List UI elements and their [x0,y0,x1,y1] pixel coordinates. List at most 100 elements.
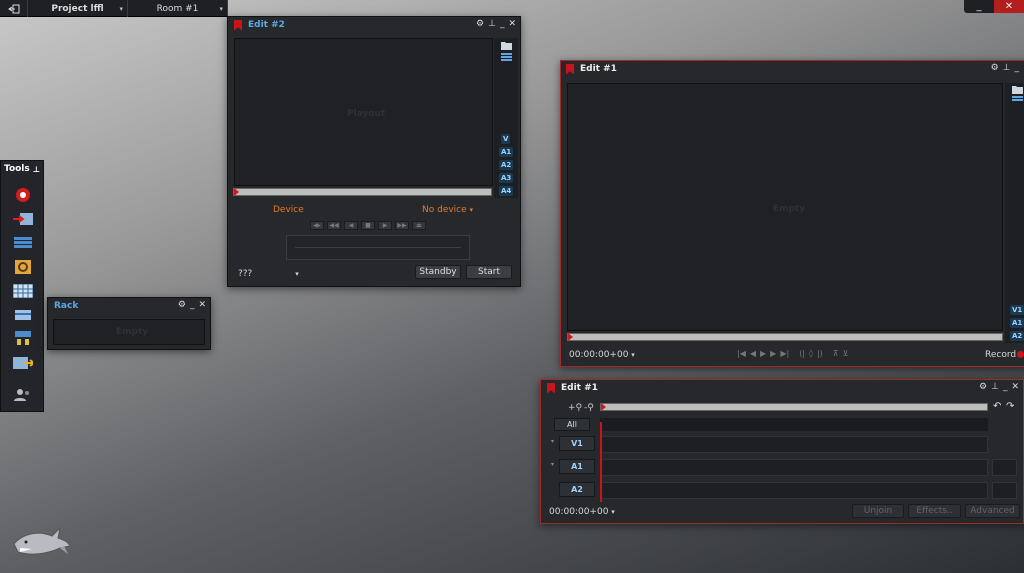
start-button[interactable]: Start [466,265,512,279]
pin-icon[interactable]: ⊥ [33,165,40,174]
effects-button[interactable]: Effects.. [908,504,961,518]
pin-icon[interactable]: ⊥ [1003,63,1011,73]
track-row-v1[interactable] [600,436,988,453]
track-row-a2[interactable] [600,482,988,499]
folder-icon[interactable] [501,41,512,50]
all-tracks-button[interactable]: All [554,418,590,431]
zoom-out-icon[interactable]: -⚲ [584,403,594,413]
folder-icon[interactable] [1012,85,1023,94]
undo-icon[interactable]: ↶ [993,401,1001,412]
track-tag-a1[interactable]: A1 [1010,318,1024,328]
source-select[interactable]: ??? ▾ [238,269,299,279]
project-selector[interactable]: Project lffl ▾ [28,0,128,17]
timeline-tool-icon[interactable] [13,235,33,251]
viewer-placeholder: Empty [773,204,806,214]
collapse-icon[interactable]: ▾ [551,438,554,445]
timecode-select[interactable]: 00:00:00+00 ▾ [569,350,635,360]
mark-in-icon[interactable]: (| [799,349,805,358]
mark-out-icon[interactable]: |) [817,349,823,358]
track-tag-a1[interactable]: A1 [499,147,514,157]
settings-icon[interactable]: ⚙ [476,19,484,29]
close-icon[interactable]: ✕ [508,19,516,29]
search-tool-icon[interactable] [13,259,33,275]
pin-icon[interactable]: ⊥ [991,382,999,392]
play-icon[interactable]: ▶ [378,221,392,230]
settings-icon[interactable]: ⚙ [991,63,999,73]
close-button[interactable]: ✕ [994,0,1024,13]
scrub-bar[interactable] [233,188,492,196]
track-tag-v1[interactable]: V1 [1010,305,1024,315]
chevron-down-icon: ▾ [631,351,635,359]
track-tag-v[interactable]: V [501,134,511,144]
advanced-button[interactable]: Advanced [965,504,1020,518]
export-tool-icon[interactable] [13,355,33,371]
eject-icon[interactable]: ⏏ [412,221,426,230]
zoom-in-icon[interactable]: +⚲ [568,403,582,413]
close-icon[interactable]: ✕ [1011,382,1019,392]
step-forward-icon[interactable]: ▶ [770,349,776,358]
mark-clip-icon[interactable]: ◊ [809,349,813,358]
close-icon[interactable]: ✕ [198,300,206,310]
capture-tool-icon[interactable] [13,211,33,227]
record-tool-icon[interactable] [13,187,33,203]
device-label: Device [273,205,304,215]
step-back-icon[interactable]: ◀ [344,221,358,230]
exit-icon[interactable] [0,0,28,17]
track-header-a1[interactable]: A1 [559,459,595,474]
unjoin-button[interactable]: Unjoin [852,504,904,518]
list-icon[interactable] [501,53,512,62]
minimize-icon[interactable]: _ [190,300,195,310]
rewind-icon[interactable]: ◀◀ [327,221,341,230]
minimize-icon[interactable]: _ [500,19,505,29]
storage-tool-icon[interactable] [13,307,33,323]
room-label: Room #1 [156,3,199,14]
standby-button[interactable]: Standby [415,265,461,279]
playhead-marker[interactable] [601,403,606,411]
go-end-icon[interactable]: ▶| [780,349,789,358]
record-label[interactable]: Record [985,350,1016,360]
room-selector[interactable]: Room #1 ▾ [128,0,228,17]
go-start-icon[interactable]: |◀ [737,349,746,358]
redo-icon[interactable]: ↷ [1006,401,1014,412]
playhead-marker[interactable] [568,333,573,341]
pin-icon[interactable]: ⊥ [488,19,496,29]
timeline-ruler[interactable] [600,403,988,411]
settings-icon[interactable]: ⚙ [979,382,987,392]
play-icon[interactable]: ▶ [760,349,766,358]
step-back-icon[interactable]: ◀ [750,349,756,358]
device-select[interactable]: No device ▾ [422,205,473,215]
fast-forward-icon[interactable]: ▶▶ [395,221,409,230]
users-tool-icon[interactable] [13,387,33,403]
bookmark-icon [547,382,555,394]
record-indicator-icon[interactable] [1017,351,1024,358]
project-bar: Project lffl ▾ Room #1 ▾ [0,0,228,17]
panel-title: Edit #1 [580,64,617,74]
track-tag-a3[interactable]: A3 [499,173,514,183]
timecode-select[interactable]: 00:00:00+00 ▾ [549,507,615,517]
playhead-marker[interactable] [234,188,239,196]
settings-icon[interactable]: ⚙ [178,300,186,310]
minimize-button[interactable]: _ [964,0,994,13]
track-header-v1[interactable]: V1 [559,436,595,451]
stop-icon[interactable]: ■ [361,221,375,230]
minimize-icon[interactable]: _ [1003,382,1008,392]
network-tool-icon[interactable] [13,331,33,347]
track-row-a1[interactable] [600,459,988,476]
track-tag-a4[interactable]: A4 [499,186,514,196]
track-tag-a2[interactable]: A2 [499,160,514,170]
scrub-bar[interactable] [567,333,1003,341]
jog-icon[interactable]: ◀▸ [310,221,324,230]
list-icon[interactable] [1012,96,1023,105]
collapse-icon[interactable]: ▾ [551,461,554,468]
panel-title-bar[interactable]: Edit #1 [541,380,1023,396]
panel-title-bar[interactable]: Edit #1 [561,61,1024,77]
minimize-icon[interactable]: _ [1015,63,1020,73]
extract-icon[interactable]: ⊻ [843,349,849,358]
playhead-line[interactable] [600,422,602,502]
tools-header[interactable]: Tools ⊥ [1,161,43,177]
track-meter-a2 [992,482,1017,499]
lift-icon[interactable]: ⊼ [833,349,839,358]
track-header-a2[interactable]: A2 [559,482,595,497]
track-tag-a2[interactable]: A2 [1010,331,1024,341]
grid-tool-icon[interactable] [13,283,33,299]
